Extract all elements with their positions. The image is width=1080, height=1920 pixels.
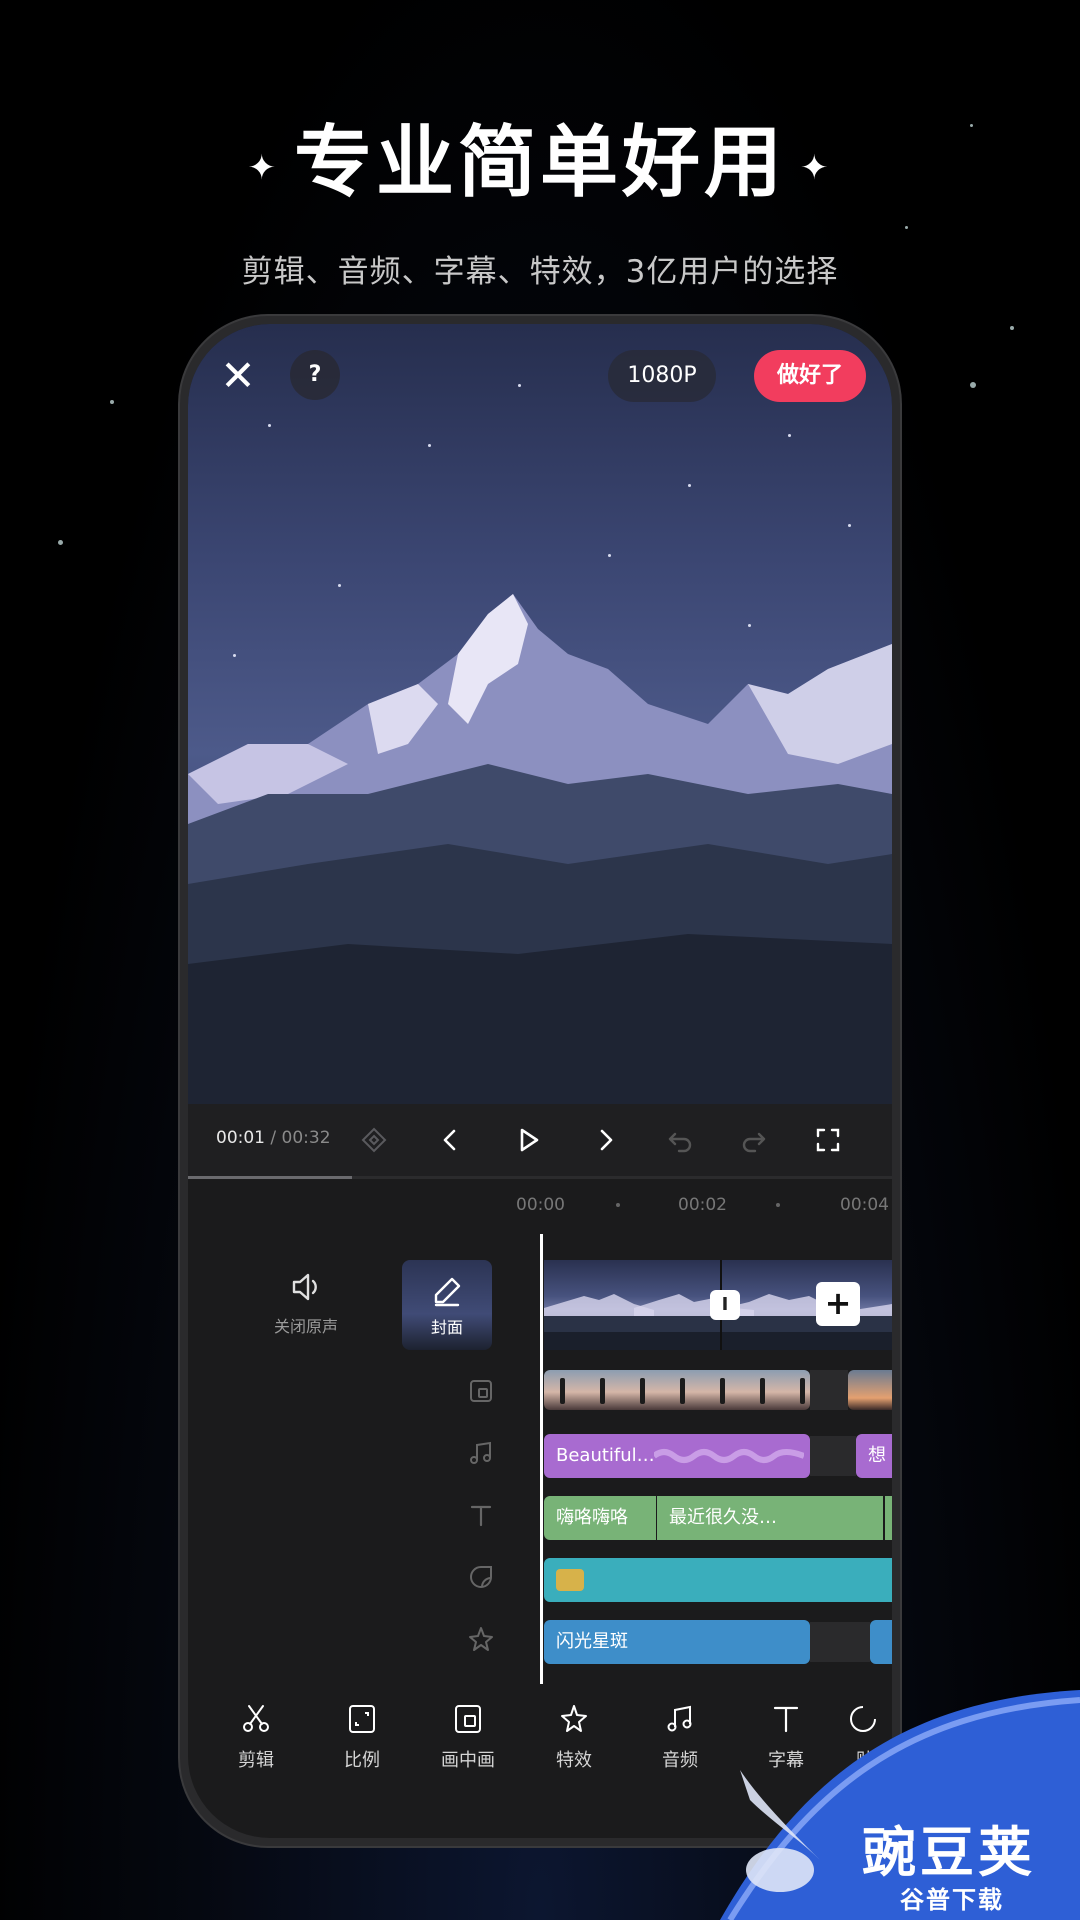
tool-pip[interactable]: 画中画 [428,1702,508,1772]
redo-icon[interactable] [730,1116,778,1164]
tool-label: 特效 [556,1750,592,1771]
sticker-clip[interactable] [544,1558,892,1602]
effect-track-icon[interactable] [466,1624,496,1654]
ruler-dot [776,1203,780,1207]
playhead[interactable] [540,1234,543,1684]
effect-clip[interactable] [870,1620,892,1664]
tool-label: 字幕 [768,1750,804,1771]
mute-label: 关闭原声 [273,1317,338,1336]
effect-clip-label: 闪光星斑 [556,1631,628,1652]
ruler-tick: 00:00 [516,1195,565,1215]
mute-original-button[interactable]: 关闭原声 [266,1269,346,1337]
track-gap [810,1622,870,1662]
promo-subtitle: 剪辑、音频、字幕、特效，3亿用户的选择 [241,254,839,290]
editor-screen: ✕ ? 1080P 做好了 00:01 / 00:32 00:00 00:02 … [188,324,892,1838]
tool-label: 音频 [662,1750,698,1771]
prev-frame-icon[interactable] [426,1116,474,1164]
promo-title-text: 专业简单好用 [293,118,786,208]
music-clip-label: Beautiful… [556,1445,655,1466]
undo-icon[interactable] [656,1116,704,1164]
ruler-tick: 00:02 [678,1195,727,1215]
background-star [110,400,114,404]
tool-ratio[interactable]: 比例 [322,1702,402,1772]
sparkle-icon: ✦ [800,147,833,188]
background-star [58,540,63,545]
keyframe-icon[interactable] [350,1116,398,1164]
sticker-thumbnail-icon [556,1569,584,1591]
fullscreen-icon[interactable] [804,1116,852,1164]
time-separator: / [270,1128,277,1148]
track-gap [810,1370,848,1410]
ruler-dot [616,1203,620,1207]
video-preview[interactable]: ✕ ? 1080P 做好了 [188,324,892,1104]
tool-effects[interactable]: 特效 [534,1702,614,1772]
ratio-icon [349,1705,375,1733]
time-ruler: 00:00 00:02 00:04 [188,1179,892,1229]
effect-clip[interactable]: 闪光星斑 [544,1620,810,1664]
tool-label: 剪辑 [238,1750,274,1771]
resolution-button[interactable]: 1080P [608,350,716,402]
phone-frame: ✕ ? 1080P 做好了 00:01 / 00:32 00:00 00:02 … [180,316,900,1846]
tool-label: 画中画 [441,1750,495,1771]
music-clip[interactable]: Beautiful… [544,1434,810,1478]
sticker-track-icon[interactable] [466,1562,496,1592]
tool-label: 比例 [344,1750,380,1771]
pip-icon [455,1705,481,1733]
music-clip-label: 想 [868,1445,886,1466]
playback-bar: 00:01 / 00:32 [188,1104,892,1176]
cover-label: 封面 [430,1318,463,1337]
text-track-icon[interactable] [466,1500,496,1530]
total-time: 00:32 [281,1128,331,1148]
tool-label: 贴 [856,1750,874,1771]
ruler-tick: 00:04 [840,1195,889,1215]
promo-headline: ✦ 专业简单好用 ✦ 剪辑、音频、字幕、特效，3亿用户的选择 [0,100,1080,291]
audio-waveform [654,1449,804,1463]
watermark-subtext: 谷普下载 [900,1886,1004,1914]
text-icon [773,1706,799,1733]
tool-edit[interactable]: 剪辑 [216,1702,296,1772]
watermark-brand: 豌豆荚 [862,1821,1036,1884]
tool-audio[interactable]: 音频 [640,1702,720,1772]
tool-text[interactable]: 字幕 [746,1702,826,1772]
mountain-image [188,594,892,1104]
effects-star-icon [561,1705,587,1732]
close-icon[interactable]: ✕ [214,354,262,402]
track-gap [810,1436,856,1476]
next-frame-icon[interactable] [582,1116,630,1164]
text-clip[interactable]: 嗨咯嗨咯 [544,1496,656,1540]
pencil-icon [434,1277,461,1307]
background-star [970,382,976,388]
play-icon[interactable] [504,1116,552,1164]
add-clip-button[interactable]: + [816,1282,860,1326]
help-button[interactable]: ? [290,350,340,400]
bottom-toolbar: 剪辑 比例 画中画 特效 音频 字幕 贴 [188,1702,892,1802]
music-note-icon [667,1705,692,1732]
transition-button[interactable]: I [710,1290,740,1320]
pip-track-icon[interactable] [466,1376,496,1406]
text-clip[interactable]: 最近很久没… [657,1496,883,1540]
scissors-icon [243,1705,269,1732]
music-track-icon[interactable] [466,1438,496,1468]
text-clip-label: 最近很久没… [669,1507,777,1528]
current-time: 00:01 [216,1128,265,1148]
text-clip-label: 嗨咯嗨咯 [556,1507,628,1528]
promo-title: ✦ 专业简单好用 ✦ [0,100,1080,212]
sparkle-icon: ✦ [247,147,280,188]
music-clip[interactable]: 想 [856,1434,892,1478]
pip-clip[interactable] [544,1370,810,1410]
cover-button[interactable]: 封面 [402,1260,492,1350]
text-clip[interactable] [885,1496,892,1540]
pip-clip[interactable] [848,1370,892,1410]
sticker-icon [850,1706,876,1732]
time-display: 00:01 / 00:32 [216,1128,331,1148]
speaker-icon [292,1273,317,1301]
background-star [1010,326,1014,330]
done-button[interactable]: 做好了 [754,350,866,402]
tool-sticker[interactable]: 贴 [840,1702,892,1772]
